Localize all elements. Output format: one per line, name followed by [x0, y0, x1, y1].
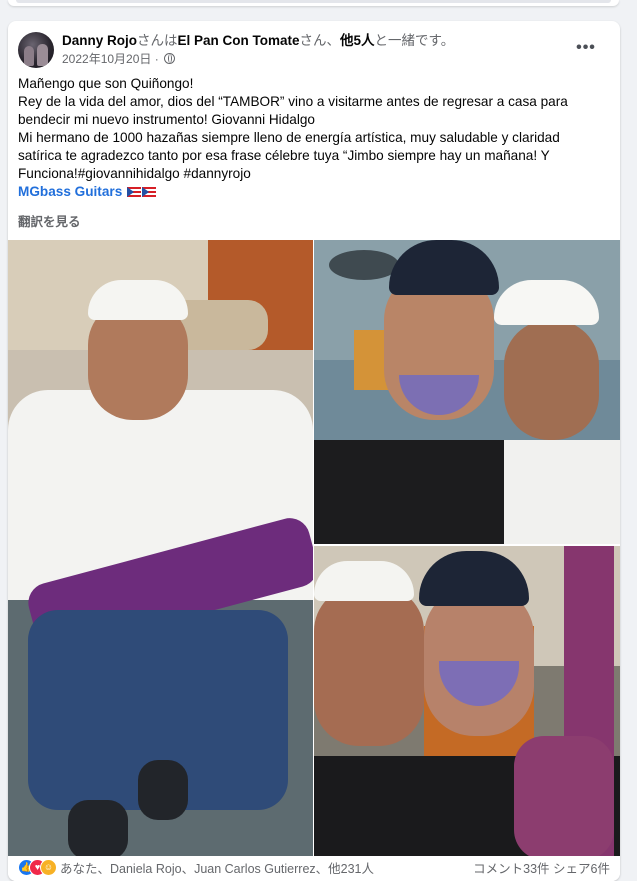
- post-headline: Danny RojoさんはEl Pan Con Tomateさん、他5人と一緒で…: [62, 32, 454, 50]
- post-link-line: MGbass Guitars: [18, 183, 610, 201]
- post-text-line: satírica te agradezco tanto por esa fras…: [18, 148, 550, 163]
- photo-grid: [8, 240, 620, 860]
- author-name-link[interactable]: Danny Rojo: [62, 33, 137, 48]
- photo-white-shirt: [504, 440, 620, 544]
- comments-count[interactable]: コメント33件: [473, 862, 549, 876]
- post-text-line: bendecir mi nuevo instrumento! Giovanni …: [18, 112, 315, 127]
- previous-post-card: [8, 0, 619, 6]
- headline-connector: さんは: [137, 33, 178, 48]
- photo-face: [314, 586, 424, 746]
- photo-selfie-two-men[interactable]: [314, 240, 620, 544]
- photo-face: [504, 320, 599, 440]
- photo-shoe: [138, 760, 188, 820]
- globe-icon: [164, 53, 176, 64]
- cuba-flag-icon: [127, 187, 142, 197]
- photo-shoe: [68, 800, 128, 860]
- headline-connector: と一緒です。: [374, 33, 455, 48]
- see-translation-link[interactable]: 翻訳を見る: [18, 211, 81, 230]
- post-header: Danny RojoさんはEl Pan Con Tomateさん、他5人と一緒で…: [18, 32, 610, 68]
- previous-post-bottom-bar: [16, 0, 611, 3]
- photo-cap: [88, 280, 188, 320]
- avatar-figure: [24, 46, 34, 66]
- photo-cap: [314, 561, 414, 601]
- post-text-line: Mi hermano de 1000 hazañas siempre lleno…: [18, 130, 560, 145]
- post-text-line: Rey de la vida del amor, dios del “TAMBO…: [18, 94, 568, 109]
- post-date-link[interactable]: 2022年10月20日: [62, 52, 151, 66]
- puerto-rico-flag-icon: [142, 187, 157, 197]
- reaction-names[interactable]: あなた、Daniela Rojo、Juan Carlos Gutierrez、他…: [60, 858, 374, 877]
- care-icon: ☺: [40, 859, 57, 876]
- avatar-figure: [37, 44, 48, 66]
- post-meta: 2022年10月20日 ·: [62, 51, 176, 67]
- photo-cap: [494, 280, 599, 325]
- post-text-line: Mañengo que son Quiñongo!: [18, 76, 194, 91]
- more-dots-icon[interactable]: •••: [574, 40, 598, 56]
- photo-bass-body: [514, 736, 614, 860]
- headline-connector: さん、: [299, 33, 341, 48]
- post-card: Danny RojoさんはEl Pan Con Tomateさん、他5人と一緒で…: [8, 21, 620, 881]
- reactions-bar: 👍 ♥ ☺ あなた、Daniela Rojo、Juan Carlos Gutie…: [8, 856, 620, 881]
- engagement-counts: コメント33件 シェア6件: [473, 858, 610, 877]
- photo-black-shirt: [314, 440, 514, 544]
- photo-man-with-bass[interactable]: [8, 240, 313, 860]
- post-body: Mañengo que son Quiñongo! Rey de la vida…: [18, 75, 610, 201]
- author-avatar[interactable]: [18, 32, 54, 68]
- mgbass-guitars-link[interactable]: MGbass Guitars: [18, 184, 122, 199]
- shares-count[interactable]: シェア6件: [553, 862, 610, 876]
- care-glyph: ☺: [43, 862, 54, 872]
- post-text-line: Funciona!#giovannihidalgo #dannyrojo: [18, 166, 251, 181]
- meta-separator: ·: [154, 52, 159, 66]
- tagged-page-link[interactable]: El Pan Con Tomate: [178, 33, 300, 48]
- photo-selfie-with-bass[interactable]: [314, 546, 620, 860]
- others-link[interactable]: 他5人: [340, 33, 375, 48]
- photo-fan: [329, 250, 399, 280]
